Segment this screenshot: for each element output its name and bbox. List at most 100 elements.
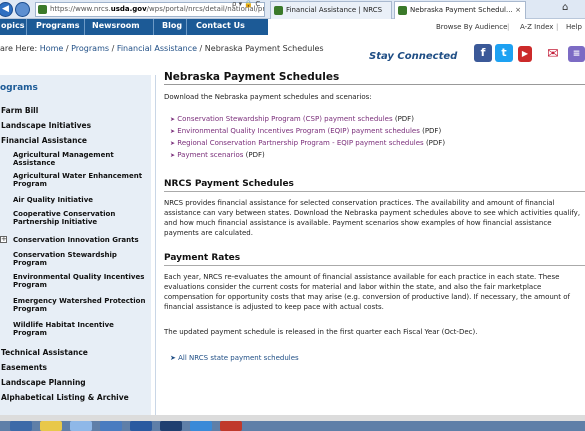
- arrow-icon: ➤: [170, 128, 176, 135]
- tab-financial-assistance[interactable]: Financial Assistance | NRCS: [270, 1, 392, 19]
- sidebar-item-financial-assistance[interactable]: Financial Assistance: [1, 136, 87, 145]
- stay-connected-label: Stay Connected: [369, 51, 458, 62]
- breadcrumb-financial-assistance[interactable]: Financial Assistance: [117, 44, 197, 53]
- taskbar: [0, 421, 585, 431]
- updated-schedule-text: The updated payment schedule is released…: [164, 328, 478, 336]
- sidebar-item-csp[interactable]: Conservation Stewardship Program: [13, 251, 149, 267]
- pdf-label: (PDF): [423, 139, 446, 147]
- sidebar: ograms Farm Bill Landscape Initiatives F…: [0, 75, 151, 415]
- site-favicon-icon: [38, 5, 47, 14]
- link-rcpp-schedules: ➤ Regional Conservation Partnership Prog…: [170, 139, 445, 147]
- sidebar-title: ograms: [0, 83, 38, 93]
- nav-programs[interactable]: Programs: [36, 19, 79, 35]
- pdf-label: (PDF): [419, 127, 442, 135]
- tab-label: Financial Assistance | NRCS: [286, 6, 383, 14]
- tab-close-icon[interactable]: ×: [515, 2, 521, 18]
- breadcrumb-sep: /: [109, 44, 117, 53]
- arrow-icon: ➤: [170, 354, 176, 362]
- eqip-link[interactable]: Environmental Quality Incentives Program…: [177, 127, 420, 135]
- heading-rule: [164, 265, 585, 266]
- browser-icon[interactable]: [70, 421, 92, 431]
- primary-nav-bar: opics Programs Newsroom Blog Contact Us: [0, 19, 268, 35]
- url-prefix: https://www.nrcs.: [50, 5, 111, 13]
- rss-icon[interactable]: ≡: [568, 46, 585, 62]
- scenarios-link[interactable]: Payment scenarios: [177, 151, 243, 159]
- url-domain: usda.gov: [110, 5, 147, 13]
- sidebar-item-landscape-initiatives[interactable]: Landscape Initiatives: [1, 121, 91, 130]
- sidebar-item-ama[interactable]: Agricultural Management Assistance: [13, 151, 149, 167]
- expand-icon[interactable]: +: [0, 236, 7, 243]
- tab-favicon-icon: [398, 6, 407, 15]
- sidebar-item-ccpi[interactable]: Cooperative Conservation Partnership Ini…: [13, 210, 149, 226]
- heading-payment-rates: Payment Rates: [164, 253, 241, 263]
- sidebar-item-technical-assistance[interactable]: Technical Assistance: [1, 348, 88, 357]
- sidebar-item-awep[interactable]: Agricultural Water Enhancement Program: [13, 172, 149, 188]
- heading-nrcs-payment-schedules: NRCS Payment Schedules: [164, 179, 294, 189]
- browse-by-audience-link[interactable]: Browse By Audience: [436, 19, 507, 35]
- address-bar[interactable]: https://www.nrcs.usda.gov/wps/portal/nrc…: [35, 2, 265, 17]
- arrow-icon: ➤: [170, 152, 176, 159]
- breadcrumb-programs[interactable]: Programs: [71, 44, 109, 53]
- sidebar-item-air-quality[interactable]: Air Quality Initiative: [13, 196, 149, 204]
- app-icon[interactable]: [160, 421, 182, 431]
- nav-divider: [84, 19, 85, 35]
- title-rule: [164, 84, 585, 85]
- schedules-paragraph: NRCS provides financial assistance for s…: [164, 199, 581, 237]
- pdf-label: (PDF): [392, 115, 414, 123]
- sidebar-item-ewp[interactable]: Emergency Watershed Protection Program: [13, 297, 149, 313]
- breadcrumb: are Here: Home / Programs / Financial As…: [0, 44, 324, 53]
- home-icon[interactable]: ⌂: [562, 2, 568, 13]
- sidebar-item-whip[interactable]: Wildlife Habitat Incentive Program: [13, 321, 149, 337]
- sidebar-item-farm-bill[interactable]: Farm Bill: [1, 106, 38, 115]
- forward-button[interactable]: [15, 2, 30, 17]
- breadcrumb-prefix: are Here:: [0, 44, 40, 53]
- help-link[interactable]: Help: [566, 19, 582, 35]
- nav-divider: [186, 19, 187, 35]
- browser-toolbar: ◀ https://www.nrcs.usda.gov/wps/portal/n…: [0, 0, 585, 19]
- link-payment-scenarios: ➤ Payment scenarios (PDF): [170, 151, 265, 159]
- twitter-icon[interactable]: t: [495, 44, 513, 62]
- youtube-icon[interactable]: ▶: [518, 46, 532, 62]
- breadcrumb-home[interactable]: Home: [40, 44, 64, 53]
- nav-divider: [26, 19, 27, 35]
- facebook-icon[interactable]: f: [474, 44, 492, 62]
- address-tools-icon[interactable]: ρ ▾ 🔒 C: [232, 0, 260, 8]
- sidebar-item-easements[interactable]: Easements: [1, 363, 47, 372]
- tab-nebraska-payment[interactable]: Nebraska Payment Schedul... ×: [394, 1, 526, 19]
- sidebar-divider: [155, 75, 156, 415]
- csp-link[interactable]: Conservation Stewardship Program (CSP) p…: [177, 115, 392, 123]
- intro-text: Download the Nebraska payment schedules …: [164, 93, 372, 101]
- explorer-icon[interactable]: [40, 421, 62, 431]
- nav-newsroom[interactable]: Newsroom: [92, 19, 140, 35]
- app-icon[interactable]: [100, 421, 122, 431]
- link-csp-schedules: ➤ Conservation Stewardship Program (CSP)…: [170, 115, 414, 123]
- breadcrumb-current: Nebraska Payment Schedules: [204, 44, 324, 53]
- sidebar-item-alphabetical-listing[interactable]: Alphabetical Listing & Archive: [1, 393, 129, 402]
- app-icon[interactable]: [220, 421, 242, 431]
- all-schedules-link[interactable]: All NRCS state payment schedules: [178, 354, 299, 362]
- start-icon[interactable]: [10, 421, 32, 431]
- a-z-index-link[interactable]: A-Z Index: [520, 19, 553, 35]
- link-eqip-schedules: ➤ Environmental Quality Incentives Progr…: [170, 127, 441, 135]
- heading-rule: [164, 191, 585, 192]
- util-divider: |: [507, 23, 510, 31]
- link-all-state-schedules: ➤ All NRCS state payment schedules: [170, 354, 299, 362]
- breadcrumb-sep: /: [63, 44, 72, 53]
- word-icon[interactable]: [130, 421, 152, 431]
- rcpp-link[interactable]: Regional Conservation Partnership Progra…: [177, 139, 423, 147]
- back-button[interactable]: ◀: [0, 2, 13, 17]
- sidebar-item-landscape-planning[interactable]: Landscape Planning: [1, 378, 86, 387]
- arrow-icon: ➤: [170, 116, 176, 123]
- nav-topics[interactable]: opics: [1, 19, 24, 35]
- nav-blog[interactable]: Blog: [162, 19, 182, 35]
- arrow-icon: ➤: [170, 140, 176, 147]
- ie-icon[interactable]: [190, 421, 212, 431]
- util-divider: |: [556, 23, 559, 31]
- sidebar-item-eqip[interactable]: Environmental Quality Incentives Program: [13, 273, 149, 289]
- sidebar-item-cig[interactable]: Conservation Innovation Grants: [13, 236, 149, 244]
- nav-contact-us[interactable]: Contact Us: [196, 19, 245, 35]
- tab-favicon-icon: [274, 6, 283, 15]
- email-icon[interactable]: ✉: [542, 45, 564, 63]
- nav-divider: [153, 19, 154, 35]
- tab-label: Nebraska Payment Schedul...: [410, 6, 513, 14]
